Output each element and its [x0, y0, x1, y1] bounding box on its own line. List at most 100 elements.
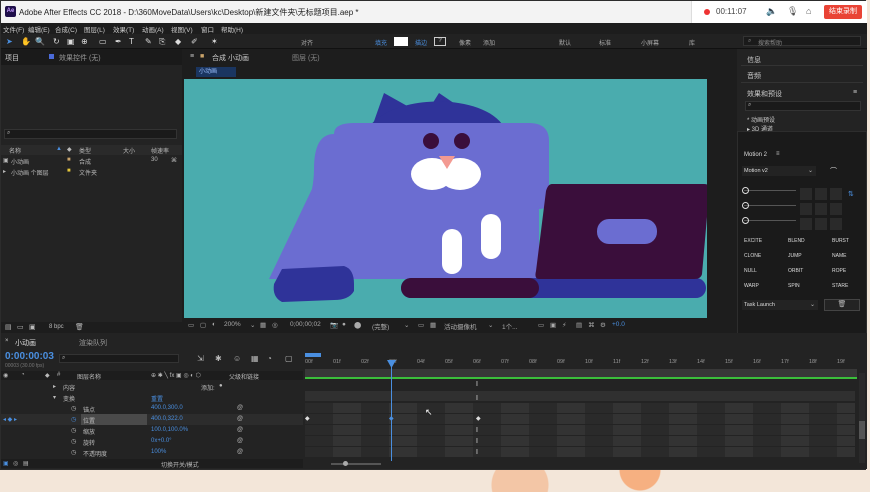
zoom-tool-icon[interactable]: 🔍 — [35, 37, 45, 46]
expression-icon[interactable]: @ — [237, 416, 243, 422]
parent-header[interactable]: 父级和链接 — [229, 372, 259, 381]
layer-end-marker-icon[interactable]: I — [476, 381, 478, 388]
expand-icon[interactable]: ▸ — [53, 383, 56, 390]
roi-icon[interactable]: ▭ — [418, 321, 424, 329]
playhead-line[interactable] — [391, 361, 392, 461]
anchor-cell[interactable] — [800, 188, 812, 200]
anchor-cell[interactable] — [815, 188, 827, 200]
expand-switches-icon[interactable]: ◎ — [13, 460, 18, 467]
zoom-slider-knob[interactable] — [343, 461, 348, 466]
menu-view[interactable]: 视图(V) — [171, 24, 193, 34]
slider-knob[interactable] — [742, 187, 749, 194]
property-row-anchor[interactable]: ◷ 锚点 400.0,300.0 @ — [1, 403, 303, 414]
speaker-icon[interactable]: 🔈 — [766, 6, 777, 17]
transparency-grid-icon[interactable]: ▦ — [430, 321, 436, 329]
audio-panel-tab[interactable]: 音频 — [747, 71, 761, 81]
layer-end-marker-icon[interactable]: I — [476, 427, 478, 434]
comp-flowchart-icon[interactable]: ⇲ — [197, 354, 204, 363]
property-value[interactable]: 400.0,322.0 — [151, 416, 183, 422]
property-row-position[interactable]: ◂ ◆ ▸ ◷ 位置 400.0,322.0 @ — [1, 414, 303, 425]
puppet-tool-icon[interactable]: ✶ — [211, 37, 218, 46]
eye-icon[interactable]: ◉ — [3, 372, 8, 379]
col-size[interactable]: 大小 — [123, 146, 135, 155]
snap-checkbox[interactable]: 对齐 — [301, 38, 313, 47]
comp-subtab[interactable]: 小动画 — [196, 67, 236, 77]
workspace-library[interactable]: 库 — [689, 38, 695, 47]
property-value[interactable]: 0x+0.0° — [151, 438, 172, 444]
motion-blur-icon[interactable]: ◔ — [267, 354, 272, 363]
motion-preset-select[interactable]: Motion v2 ⌄ — [742, 166, 816, 176]
hand-tool-icon[interactable]: ✋ — [21, 37, 31, 46]
keyframe-icon[interactable]: ◆ — [476, 415, 481, 422]
in-out-icon[interactable]: ▤ — [23, 460, 29, 467]
composition-canvas[interactable] — [184, 79, 707, 318]
stroke-label[interactable]: 描边 — [415, 38, 427, 47]
menu-file[interactable]: 文件(F) — [3, 24, 24, 34]
rectangle-tool-icon[interactable]: ▭ — [99, 37, 107, 46]
info-panel-tab[interactable]: 信息 — [747, 55, 761, 65]
color-icon[interactable]: ⬤ — [354, 321, 361, 329]
flowchart-icon[interactable]: ⌘ — [171, 157, 177, 164]
zoom-slider[interactable] — [331, 463, 381, 465]
3d-view-icon[interactable]: ▣ — [550, 321, 556, 329]
anchor-cell[interactable] — [815, 218, 827, 230]
anchor-cell[interactable] — [830, 218, 842, 230]
timeline-search[interactable]: ⌕ — [59, 354, 179, 363]
layer-end-marker-icon[interactable]: I — [476, 449, 478, 456]
layer-end-marker-icon[interactable]: I — [476, 395, 478, 402]
pan-tool-icon[interactable]: ⊕ — [81, 37, 88, 46]
timeline-comp-tab[interactable]: 小动画 — [15, 338, 36, 348]
anchor-cell[interactable] — [830, 203, 842, 215]
grid-icon[interactable]: ▦ — [260, 321, 266, 329]
roto-tool-icon[interactable]: ✐ — [191, 37, 198, 46]
add-label[interactable]: 添加: — [201, 383, 215, 392]
menu-icon[interactable]: ≡ — [190, 53, 194, 60]
stopwatch-icon[interactable]: ◷ — [71, 449, 76, 456]
motion-button-burst[interactable]: BURST — [832, 238, 849, 244]
slider-track[interactable] — [744, 220, 796, 221]
graph-icon[interactable]: ⌒ — [830, 166, 837, 176]
layer-end-marker-icon[interactable]: I — [476, 438, 478, 445]
task-launch-select[interactable]: Task Launch ⌄ — [742, 300, 818, 310]
render-queue-tab[interactable]: 渲染队列 — [79, 338, 107, 348]
motion-button-blend[interactable]: BLEND — [788, 238, 805, 244]
reset-link[interactable]: 重置 — [151, 394, 163, 403]
eraser-tool-icon[interactable]: ◆ — [175, 37, 181, 46]
workspace-default[interactable]: 默认 — [559, 38, 571, 47]
clone-tool-icon[interactable]: ⎘ — [159, 37, 165, 47]
magnification[interactable]: 200% — [224, 321, 241, 328]
anchor-cell[interactable] — [800, 203, 812, 215]
anchor-cell[interactable] — [830, 188, 842, 200]
timeline-icon[interactable]: ▤ — [576, 321, 582, 329]
project-item[interactable]: ▣ 小动画 ■ 合成 30 ⌘ — [1, 156, 182, 166]
new-folder-icon[interactable]: ▭ — [17, 323, 24, 331]
motion-button-orbit[interactable]: ORBIT — [788, 268, 803, 274]
chevron-down-icon[interactable]: ⌄ — [250, 321, 255, 329]
motion-button-warp[interactable]: WARP — [744, 283, 759, 289]
microphone-icon[interactable]: 🎙 — [787, 6, 798, 17]
property-row-scale[interactable]: ◷ 缩放 100.0,100.0% @ — [1, 425, 303, 436]
expression-icon[interactable]: @ — [237, 438, 243, 444]
expression-icon[interactable]: @ — [237, 427, 243, 433]
comp-tab[interactable]: 合成 小动画 — [212, 53, 249, 63]
motion-button-jump[interactable]: JUMP — [788, 253, 802, 259]
stopwatch-icon[interactable]: ◷ — [71, 438, 76, 445]
property-value[interactable]: 100.0,100.0% — [151, 427, 188, 433]
fill-swatch[interactable] — [394, 37, 408, 46]
workspace-standard[interactable]: 标准 — [599, 38, 611, 47]
expression-icon[interactable]: @ — [237, 449, 243, 455]
motion-button-spin[interactable]: SPIN — [788, 283, 800, 289]
brush-tool-icon[interactable]: ✎ — [145, 37, 152, 46]
frame-blend-icon[interactable]: ▦ — [251, 354, 259, 363]
close-icon[interactable]: × — [5, 338, 9, 344]
timeline-timecode[interactable]: 0:00:00:03 — [5, 351, 54, 362]
fast-preview-icon[interactable]: ⚡ — [562, 321, 567, 329]
bpc-label[interactable]: 8 bpc — [49, 324, 64, 330]
project-tab[interactable]: 项目 — [5, 53, 19, 63]
layer-name-header[interactable]: 图层名称 — [77, 372, 101, 381]
add-icon[interactable]: ● — [219, 383, 223, 389]
motion-button-name[interactable]: NAME — [832, 253, 846, 259]
current-time[interactable]: 0;00;00;02 — [290, 321, 321, 328]
layout-icon[interactable]: ▭ — [538, 321, 544, 329]
camera-icon[interactable]: ⌂ — [806, 6, 811, 16]
